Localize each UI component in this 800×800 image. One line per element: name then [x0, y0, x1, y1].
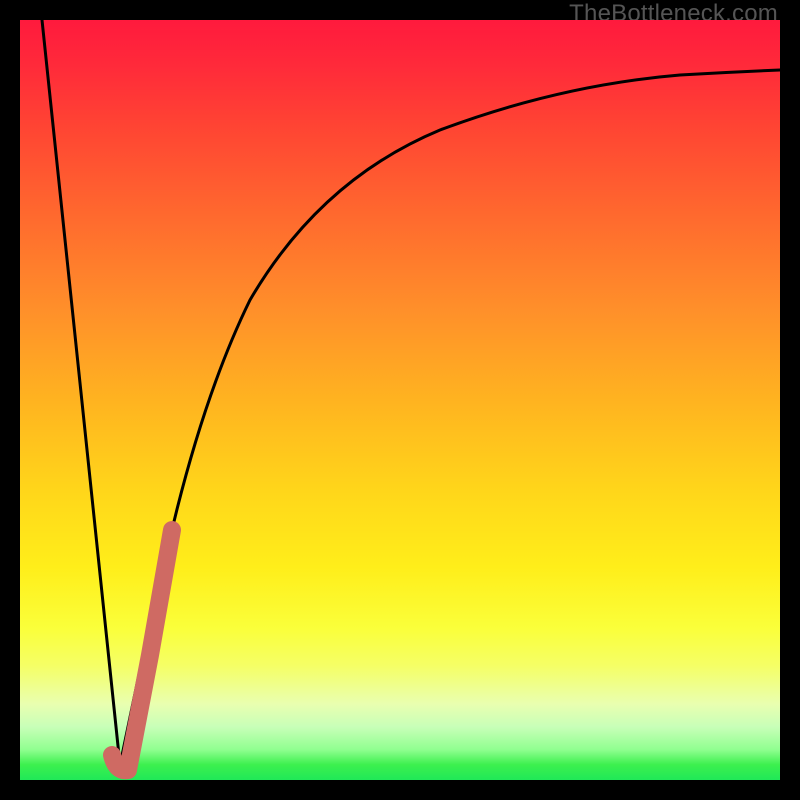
left-segment-line	[42, 20, 120, 765]
chart-svg	[20, 20, 780, 780]
main-curve-line	[120, 70, 780, 765]
chart-frame: TheBottleneck.com	[0, 0, 800, 800]
highlight-segment-line	[112, 530, 172, 770]
plot-area	[20, 20, 780, 780]
